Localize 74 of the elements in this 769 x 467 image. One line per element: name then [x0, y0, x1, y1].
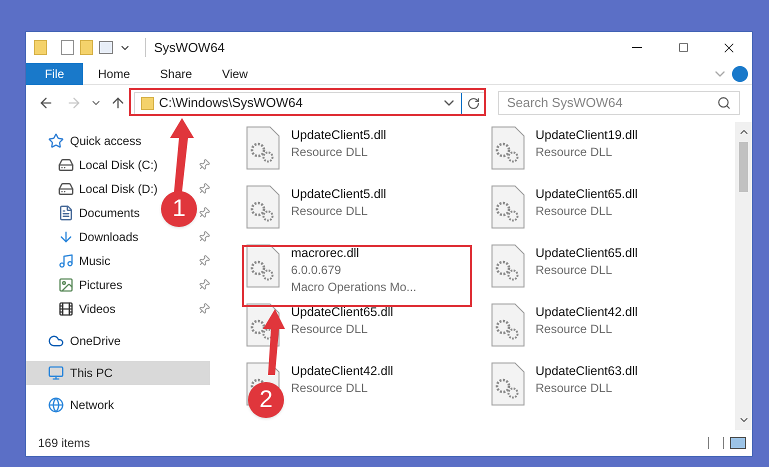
back-icon[interactable] [38, 95, 54, 111]
file-detail: Resource DLL [536, 380, 614, 397]
drive-icon [58, 157, 74, 173]
file-detail: Resource DLL [536, 203, 614, 220]
picture-icon [58, 277, 74, 293]
gear-file-icon [246, 126, 280, 170]
file-name[interactable]: UpdateClient63.dll [536, 363, 638, 380]
sidebar-item[interactable]: Quick access [48, 129, 142, 153]
gear-file-icon [246, 244, 280, 288]
sidebar-item[interactable]: OneDrive [48, 329, 121, 353]
details-view-icon[interactable] [708, 437, 724, 449]
file-detail: Resource DLL [536, 321, 614, 338]
up-icon[interactable] [110, 95, 126, 111]
file-detail: Resource DLL [291, 321, 369, 338]
cloud-icon [48, 333, 64, 349]
sidebar-item[interactable]: Local Disk (D:) [58, 177, 158, 201]
gear-file-icon [490, 303, 524, 347]
monitor-icon [48, 365, 64, 381]
gear-file-icon [490, 185, 524, 229]
file-name[interactable]: UpdateClient5.dll [291, 127, 386, 144]
file-name[interactable]: UpdateClient5.dll [291, 186, 386, 203]
file-name[interactable]: macrorec.dll [291, 245, 416, 262]
address-bar[interactable]: C:\Windows\SysWOW64 [134, 92, 486, 114]
ribbon-tab[interactable]: Home [83, 62, 146, 84]
window-title: SysWOW64 [145, 38, 225, 58]
file-detail: Resource DLL [291, 203, 369, 220]
gear-file-icon [490, 126, 524, 170]
file-name[interactable]: UpdateClient42.dll [291, 363, 394, 380]
arrow-drawing [263, 309, 285, 375]
file-detail: Resource DLL [291, 144, 369, 161]
search-field[interactable]: Search SysWOW64 [498, 91, 740, 115]
star-icon [48, 133, 64, 149]
file-name[interactable]: UpdateClient65.dll [291, 304, 394, 321]
sidebar-item[interactable]: Videos [58, 297, 116, 321]
address-path: C:\Windows\SysWOW64 [159, 94, 303, 112]
file-detail: Resource DLL [536, 262, 614, 279]
search-input[interactable]: Search SysWOW64 [507, 93, 717, 113]
ribbon-tab[interactable]: Share [145, 62, 208, 84]
refresh-icon[interactable] [467, 96, 480, 110]
sidebar-item[interactable]: Local Disk (C:) [58, 153, 158, 177]
file-detail: Resource DLL [291, 380, 369, 397]
minimize-icon [632, 47, 642, 48]
file-name[interactable]: UpdateClient42.dll [536, 304, 638, 321]
file-detail: Resource DLL [536, 144, 614, 161]
gear-file-icon [490, 362, 524, 406]
ribbon-tab[interactable]: View [207, 62, 263, 84]
sidebar-item[interactable]: Music [58, 249, 110, 273]
drive-icon [58, 181, 74, 197]
ribbon-tab[interactable]: File [26, 62, 83, 84]
file-name[interactable]: UpdateClient65.dll [536, 186, 638, 203]
file-detail: Macro Operations Mo... [291, 279, 416, 296]
document-icon [58, 205, 74, 221]
help-icon[interactable] [732, 66, 748, 82]
music-note-icon [58, 253, 74, 269]
file-name[interactable]: UpdateClient19.dll [536, 127, 638, 144]
gear-file-icon [490, 244, 524, 288]
large-icons-view-icon[interactable] [730, 437, 746, 449]
search-icon[interactable] [717, 96, 731, 110]
sidebar-item[interactable]: Documents [58, 201, 140, 225]
sidebar-item[interactable]: Downloads [58, 225, 138, 249]
sidebar-item[interactable]: Network [48, 393, 114, 417]
scrollbar-thumb[interactable] [739, 142, 748, 192]
folder-icon [141, 96, 154, 110]
maximize-icon [678, 42, 688, 53]
file-name[interactable]: UpdateClient65.dll [536, 245, 638, 262]
globe-icon [48, 397, 64, 413]
gear-file-icon [246, 185, 280, 229]
file-detail: 6.0.0.679 [291, 262, 342, 279]
scrollbar[interactable] [735, 122, 752, 430]
sidebar-item[interactable]: This PC [26, 361, 210, 385]
item-count: 169 items [38, 435, 90, 452]
forward-icon[interactable] [66, 95, 82, 111]
sidebar-item[interactable]: Pictures [58, 273, 122, 297]
film-icon [58, 301, 74, 317]
